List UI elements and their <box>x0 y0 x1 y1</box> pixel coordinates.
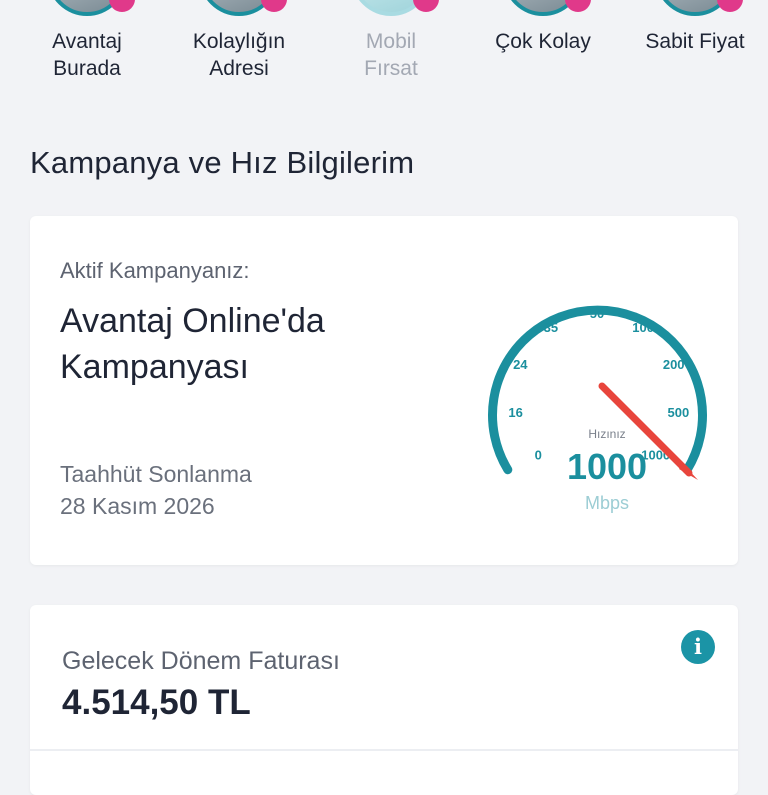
story-label: Avantaj Burada <box>52 30 122 80</box>
campaign-speed-card: Aktif Kampanyanız: Avantaj Online'da Kam… <box>30 216 738 565</box>
gauge-tick-label: 100 <box>632 320 654 335</box>
gauge-tick-label: 50 <box>590 306 604 321</box>
next-bill-card: Gelecek Dönem Faturası 4.514,50 TL i <box>30 605 738 795</box>
story-label: Çok Kolay <box>495 30 591 53</box>
next-bill-label: Gelecek Dönem Faturası <box>62 647 340 675</box>
bill-divider <box>30 749 738 751</box>
speed-caption: Hızınız <box>588 427 625 441</box>
new-story-badge <box>413 0 439 12</box>
active-campaign-label: Aktif Kampanyanız: <box>60 258 250 283</box>
info-icon[interactable]: i <box>681 630 715 664</box>
commitment-end-date: 28 Kasım 2026 <box>60 493 215 519</box>
gauge-tick-label: 35 <box>544 320 558 335</box>
gauge-tick-label: 0 <box>535 448 542 463</box>
section-title: Kampanya ve Hız Bilgilerim <box>30 145 415 180</box>
speed-gauge: 0162435501002005001000 Hızınız 1000 Mbps <box>488 305 707 513</box>
new-story-badge <box>717 0 743 12</box>
gauge-tick-label: 16 <box>508 405 522 420</box>
speed-unit: Mbps <box>585 493 629 513</box>
new-story-badge <box>109 0 135 12</box>
story-label: Sabit Fiyat <box>645 30 745 53</box>
story-carousel: Avantaj Burada Kolaylığın Adresi Mobil F… <box>0 0 768 90</box>
next-bill-amount: 4.514,50 TL <box>62 683 251 722</box>
gauge-tick-label: 500 <box>668 405 690 420</box>
commitment-end-label: Taahhüt Sonlanma <box>60 461 252 487</box>
story-label: Kolaylığın Adresi <box>192 30 286 80</box>
gauge-tick-label: 200 <box>663 357 685 372</box>
story-label: Mobil Fırsat <box>364 30 418 80</box>
campaign-name: Avantaj Online'da Kampanyası <box>60 302 325 386</box>
new-story-badge <box>565 0 591 12</box>
speed-value: 1000 <box>567 446 647 487</box>
new-story-badge <box>261 0 287 12</box>
gauge-tick-label: 24 <box>513 357 528 372</box>
